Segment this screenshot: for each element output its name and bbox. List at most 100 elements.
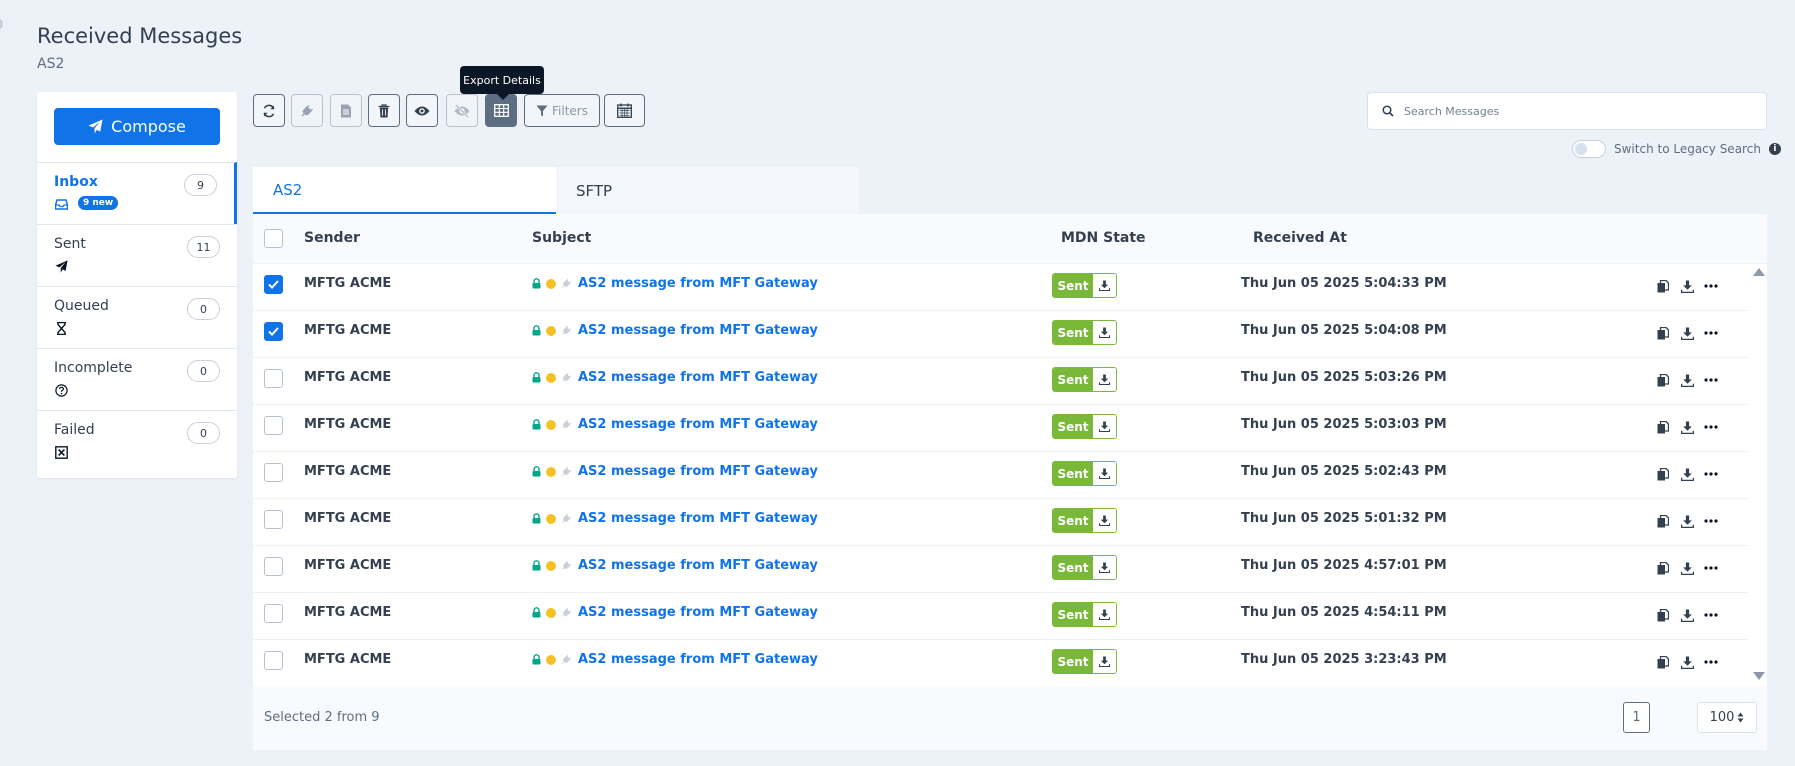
row-checkbox[interactable] bbox=[264, 369, 283, 388]
table-row[interactable]: MFTG ACME AS2 message from MFT Gateway S… bbox=[253, 264, 1748, 311]
table-row[interactable]: MFTG ACME AS2 message from MFT Gateway S… bbox=[253, 311, 1748, 358]
scroll-down-arrow[interactable] bbox=[1753, 672, 1765, 680]
subject-link[interactable]: AS2 message from MFT Gateway bbox=[578, 417, 818, 432]
mdn-download-button[interactable] bbox=[1093, 274, 1116, 297]
mdn-download-button[interactable] bbox=[1093, 509, 1116, 532]
download-button[interactable] bbox=[1679, 513, 1695, 529]
more-options-button[interactable] bbox=[1703, 325, 1719, 341]
table-row[interactable]: MFTG ACME AS2 message from MFT Gateway S… bbox=[253, 640, 1748, 687]
copy-button[interactable] bbox=[1655, 325, 1671, 341]
mdn-download-button[interactable] bbox=[1093, 368, 1116, 391]
subject-link[interactable]: AS2 message from MFT Gateway bbox=[578, 276, 818, 291]
folder-incomplete[interactable]: Incomplete 0 bbox=[37, 348, 237, 410]
info-icon[interactable]: i bbox=[1768, 143, 1781, 155]
sender-cell: MFTG ACME bbox=[304, 323, 392, 338]
tab-as2[interactable]: AS2 bbox=[253, 167, 556, 214]
new-messages-badge: 9 new bbox=[78, 196, 119, 210]
delete-button[interactable] bbox=[368, 94, 400, 127]
download-button[interactable] bbox=[1679, 560, 1695, 576]
subject-link[interactable]: AS2 message from MFT Gateway bbox=[578, 370, 818, 385]
copy-button[interactable] bbox=[1655, 560, 1671, 576]
copy-icon bbox=[1657, 279, 1669, 292]
download-button[interactable] bbox=[1679, 325, 1695, 341]
table-row[interactable]: MFTG ACME AS2 message from MFT Gateway S… bbox=[253, 358, 1748, 405]
more-options-button[interactable] bbox=[1703, 419, 1719, 435]
more-options-button[interactable] bbox=[1703, 278, 1719, 294]
download-button[interactable] bbox=[1679, 372, 1695, 388]
per-page-select[interactable]: 100 bbox=[1697, 702, 1757, 733]
table-row[interactable]: MFTG ACME AS2 message from MFT Gateway S… bbox=[253, 593, 1748, 640]
compose-button[interactable]: Compose bbox=[54, 108, 220, 145]
refresh-button[interactable] bbox=[253, 94, 285, 127]
copy-button[interactable] bbox=[1655, 278, 1671, 294]
download-button[interactable] bbox=[1679, 607, 1695, 623]
filters-button[interactable]: Filters bbox=[524, 94, 600, 127]
download-button[interactable] bbox=[1679, 419, 1695, 435]
tab-sftp[interactable]: SFTP bbox=[556, 167, 859, 214]
mdn-download-button[interactable] bbox=[1093, 556, 1116, 579]
subject-cell: AS2 message from MFT Gateway bbox=[532, 652, 818, 667]
row-checkbox[interactable] bbox=[264, 416, 283, 435]
date-range-button[interactable] bbox=[604, 94, 645, 127]
more-options-button[interactable] bbox=[1703, 372, 1719, 388]
subject-link[interactable]: AS2 message from MFT Gateway bbox=[578, 605, 818, 620]
mdn-download-button[interactable] bbox=[1093, 415, 1116, 438]
received-at-cell: Thu Jun 05 2025 5:04:33 PM bbox=[1241, 276, 1447, 291]
mdn-download-button[interactable] bbox=[1093, 321, 1116, 344]
download-button[interactable] bbox=[1679, 466, 1695, 482]
subject-link[interactable]: AS2 message from MFT Gateway bbox=[578, 511, 818, 526]
compose-label: Compose bbox=[111, 117, 186, 136]
row-checkbox[interactable] bbox=[264, 463, 283, 482]
row-actions bbox=[1655, 560, 1719, 576]
row-checkbox[interactable] bbox=[264, 510, 283, 529]
unplug-button[interactable] bbox=[291, 94, 323, 127]
row-checkbox[interactable] bbox=[264, 322, 283, 341]
subject-link[interactable]: AS2 message from MFT Gateway bbox=[578, 323, 818, 338]
page-button[interactable]: 1 bbox=[1623, 702, 1650, 733]
select-all-checkbox[interactable] bbox=[264, 229, 283, 248]
more-options-button[interactable] bbox=[1703, 607, 1719, 623]
copy-button[interactable] bbox=[1655, 372, 1671, 388]
folder-sent[interactable]: Sent 11 bbox=[37, 224, 237, 286]
row-checkbox[interactable] bbox=[264, 557, 283, 576]
folder-queued[interactable]: Queued 0 bbox=[37, 286, 237, 348]
subject-link[interactable]: AS2 message from MFT Gateway bbox=[578, 464, 818, 479]
mdn-download-button[interactable] bbox=[1093, 462, 1116, 485]
folder-sidebar: Compose Inbox 9 9 new Sent 11 Queued 0 I… bbox=[37, 92, 237, 478]
copy-button[interactable] bbox=[1655, 466, 1671, 482]
search-input[interactable] bbox=[1404, 104, 1744, 118]
folder-inbox[interactable]: Inbox 9 9 new bbox=[37, 162, 237, 224]
row-checkbox[interactable] bbox=[264, 651, 283, 670]
table-row[interactable]: MFTG ACME AS2 message from MFT Gateway S… bbox=[253, 499, 1748, 546]
trash-icon bbox=[378, 103, 390, 117]
row-checkbox[interactable] bbox=[264, 604, 283, 623]
copy-button[interactable] bbox=[1655, 419, 1671, 435]
checkmark-icon bbox=[268, 327, 279, 336]
subject-link[interactable]: AS2 message from MFT Gateway bbox=[578, 558, 818, 573]
document-button[interactable] bbox=[330, 94, 362, 127]
copy-button[interactable] bbox=[1655, 654, 1671, 670]
download-button[interactable] bbox=[1679, 654, 1695, 670]
scroll-up-arrow[interactable] bbox=[1753, 268, 1765, 276]
table-row[interactable]: MFTG ACME AS2 message from MFT Gateway S… bbox=[253, 452, 1748, 499]
table-row[interactable]: MFTG ACME AS2 message from MFT Gateway S… bbox=[253, 546, 1748, 593]
download-button[interactable] bbox=[1679, 278, 1695, 294]
copy-icon bbox=[1657, 467, 1669, 480]
mark-read-button[interactable] bbox=[406, 94, 438, 127]
table-row[interactable]: MFTG ACME AS2 message from MFT Gateway S… bbox=[253, 405, 1748, 452]
mark-unread-button[interactable] bbox=[446, 94, 478, 127]
more-options-button[interactable] bbox=[1703, 513, 1719, 529]
more-options-button[interactable] bbox=[1703, 560, 1719, 576]
folder-failed[interactable]: Failed 0 bbox=[37, 410, 237, 472]
sender-cell: MFTG ACME bbox=[304, 464, 392, 479]
mdn-download-button[interactable] bbox=[1093, 603, 1116, 626]
copy-button[interactable] bbox=[1655, 513, 1671, 529]
subject-link[interactable]: AS2 message from MFT Gateway bbox=[578, 652, 818, 667]
mdn-download-button[interactable] bbox=[1093, 650, 1116, 673]
more-options-button[interactable] bbox=[1703, 654, 1719, 670]
more-options-button[interactable] bbox=[1703, 466, 1719, 482]
row-checkbox[interactable] bbox=[264, 275, 283, 294]
legacy-search-toggle[interactable] bbox=[1572, 140, 1606, 158]
copy-button[interactable] bbox=[1655, 607, 1671, 623]
lock-icon bbox=[532, 466, 541, 477]
